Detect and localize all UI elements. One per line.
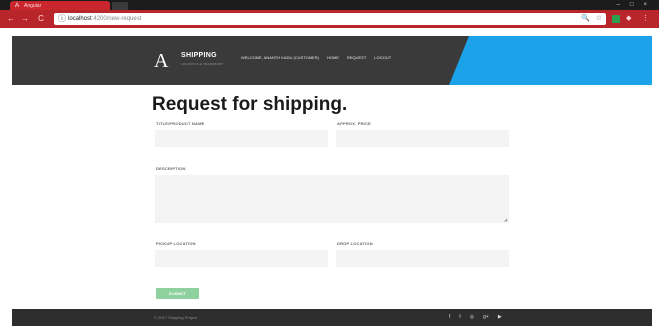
forward-icon[interactable]: → <box>20 14 30 24</box>
nav-request-link[interactable]: REQUEST <box>347 55 366 60</box>
url-path: :4200/new-request <box>91 16 142 22</box>
tab-title: Angular <box>24 2 42 9</box>
browser-toolbar: ← → C ⓘ localhost:4200/new-request 🔍 ☆ ◆… <box>0 10 659 28</box>
browser-menu-icon[interactable]: ⋮ <box>642 14 649 24</box>
pickup-location-input[interactable] <box>155 250 328 267</box>
bookmark-star-icon[interactable]: ☆ <box>596 13 602 25</box>
title-input[interactable] <box>155 130 328 147</box>
nav-logout-link[interactable]: LOGOUT <box>374 55 391 60</box>
browser-tab[interactable]: A Angular <box>10 1 110 10</box>
back-icon[interactable]: ← <box>6 14 16 24</box>
youtube-icon[interactable]: ▶ <box>498 309 502 326</box>
site-footer: © 2017 Shipping Project f t ◎ g+ ▶ <box>12 309 652 326</box>
nav-home-link[interactable]: HOME <box>327 55 339 60</box>
window-controls: – □ × <box>617 0 647 10</box>
price-input[interactable] <box>336 130 509 147</box>
resize-handle-icon[interactable]: ◢ <box>504 218 508 222</box>
maximize-icon[interactable]: □ <box>630 0 634 10</box>
address-bar[interactable]: ⓘ localhost:4200/new-request 🔍 ☆ <box>54 13 606 25</box>
page-title: Request for shipping. <box>152 94 348 115</box>
extension-icon[interactable] <box>612 15 620 23</box>
top-navigation: WELCOME, ANANTH KADU (CUSTOMER) HOME REQ… <box>241 55 391 60</box>
site-header: A SHIPPING LOGISTICS & TRANSPORT WELCOME… <box>12 36 652 85</box>
browser-tab-bar: A Angular – □ × <box>0 0 659 10</box>
facebook-icon[interactable]: f <box>449 309 450 326</box>
reload-icon[interactable]: C <box>36 14 46 24</box>
brand-logo[interactable]: A <box>154 50 168 72</box>
zoom-icon[interactable]: 🔍 <box>581 13 590 25</box>
welcome-text: WELCOME, ANANTH KADU (CUSTOMER) <box>241 55 319 60</box>
title-label: TITLE/PRODUCT NAME <box>156 121 205 126</box>
drop-location-label: DROP LOCATION <box>337 241 373 246</box>
url-text[interactable]: localhost:4200/new-request <box>68 13 141 25</box>
address-bar-actions: 🔍 ☆ <box>581 13 602 25</box>
site-info-icon[interactable]: ⓘ <box>58 14 66 24</box>
social-links: f t ◎ g+ ▶ <box>449 309 502 326</box>
pickup-location-label: PICKUP LOCATION <box>156 241 196 246</box>
brand-name[interactable]: SHIPPING <box>181 52 217 59</box>
submit-button[interactable]: SUBMIT <box>156 288 199 299</box>
minimize-icon[interactable]: – <box>617 0 620 10</box>
price-label: APPROX. PRICE <box>337 121 371 126</box>
google-plus-icon[interactable]: g+ <box>483 309 489 326</box>
instagram-icon[interactable]: ◎ <box>470 309 474 326</box>
close-icon[interactable]: × <box>643 0 647 10</box>
twitter-icon[interactable]: t <box>459 309 460 326</box>
description-textarea[interactable]: ◢ <box>155 175 509 223</box>
drop-location-input[interactable] <box>336 250 509 267</box>
footer-copyright: © 2017 Shipping Project <box>154 315 198 320</box>
new-tab-button[interactable] <box>112 2 128 10</box>
angular-icon: A <box>14 2 19 9</box>
puzzle-icon[interactable]: ◆ <box>626 14 631 24</box>
url-host: localhost <box>68 16 92 22</box>
header-accent-shape <box>449 36 652 85</box>
description-label: DESCRIPTION <box>156 166 186 171</box>
brand-tagline: LOGISTICS & TRANSPORT <box>181 62 224 66</box>
